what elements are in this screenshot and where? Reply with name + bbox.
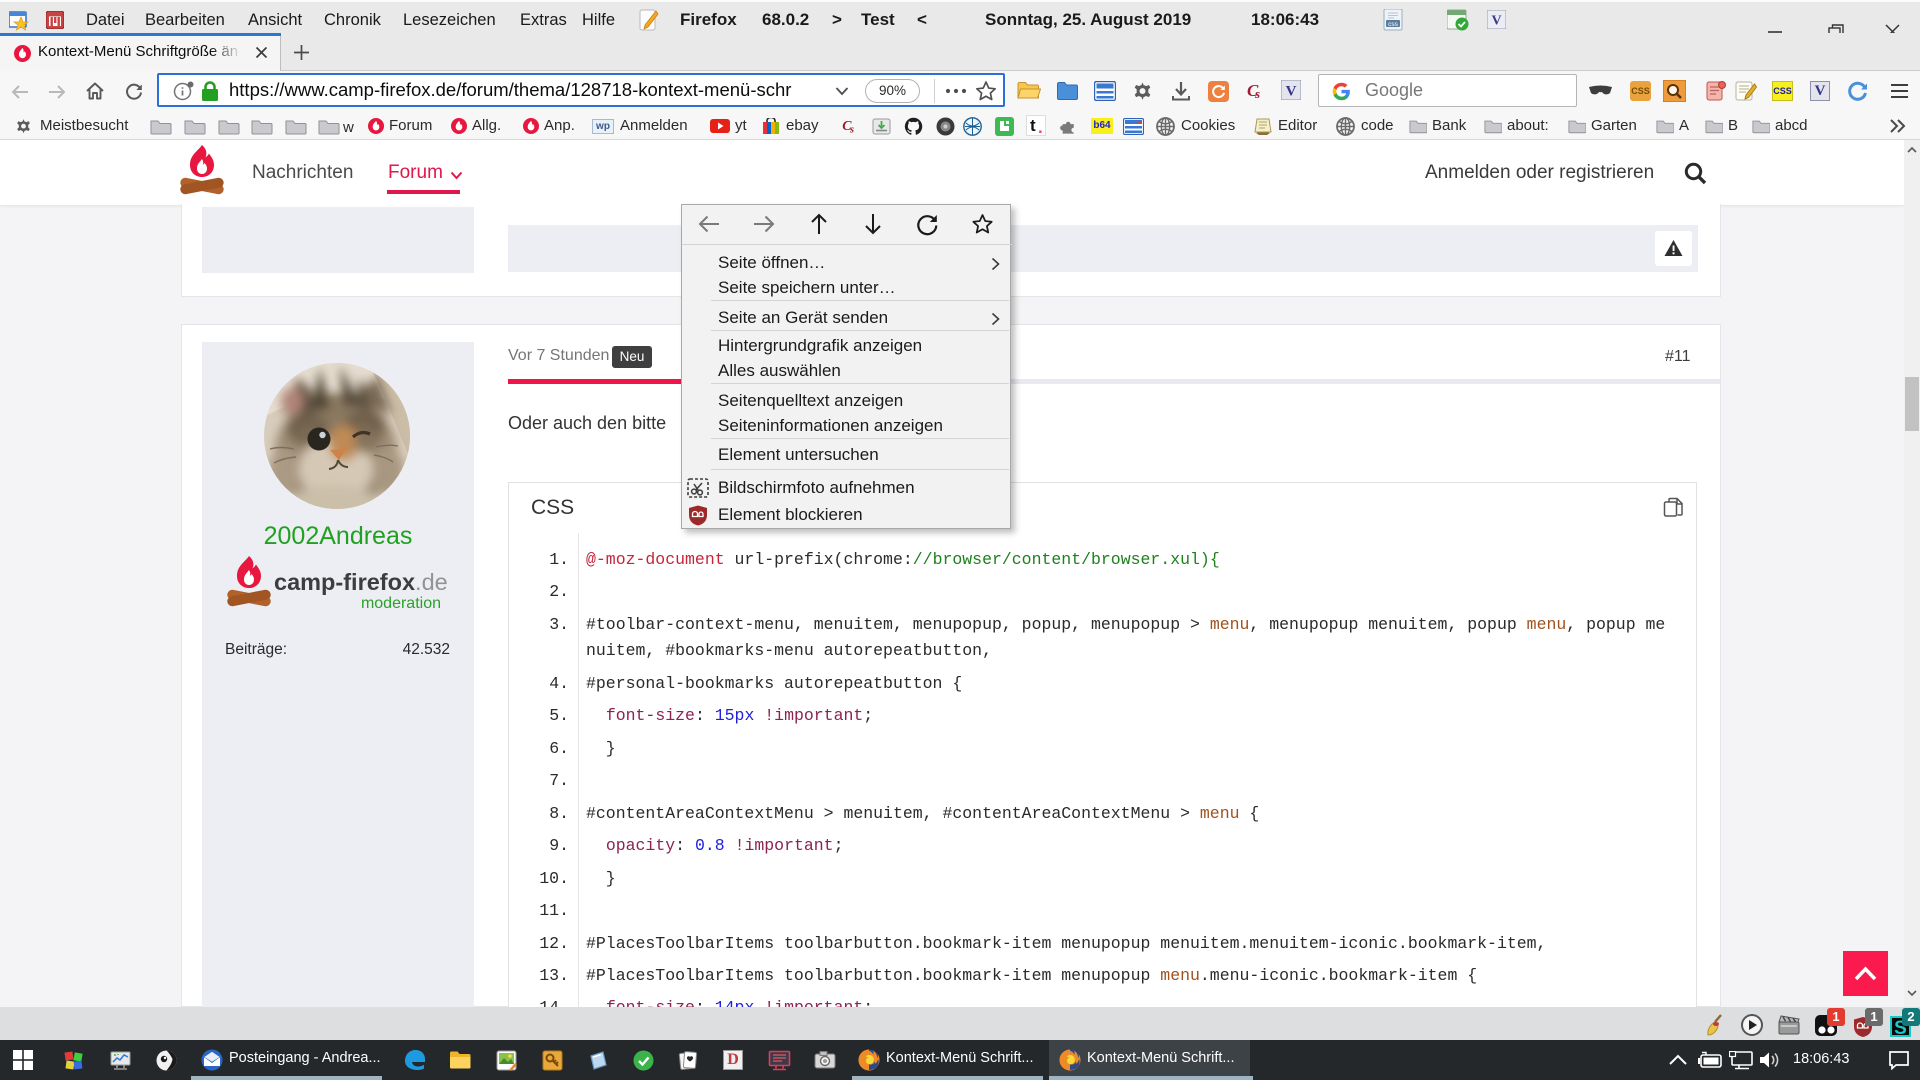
svg-text:css: css [1388,21,1399,28]
svg-text:V: V [1286,84,1297,100]
svg-text:s: s [1254,86,1260,101]
svg-text:s: s [849,125,854,136]
svg-text:V: V [1491,14,1501,29]
svg-text:w: w [342,119,354,135]
